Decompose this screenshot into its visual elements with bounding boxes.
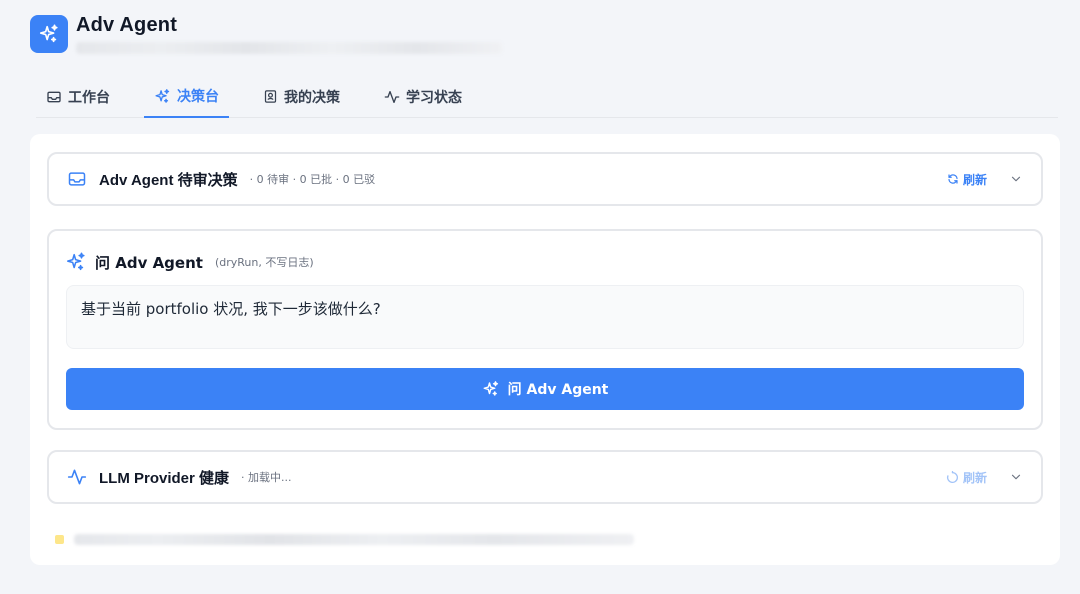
app-root: Adv Agent 工作台 决策台 我的决策 学习状态 Adv Agent 待审… (0, 0, 1080, 594)
redacted-footer-note (55, 534, 634, 545)
sparkles-icon (482, 380, 500, 398)
ask-agent-button[interactable]: 问 Adv Agent (66, 368, 1024, 410)
loading-spinner-icon (946, 470, 959, 484)
tab-label: 学习状态 (406, 89, 462, 106)
refresh-button[interactable]: 刷新 (947, 171, 987, 188)
sparkles-icon (154, 88, 171, 105)
tab-bar: 工作台 决策台 我的决策 学习状态 (36, 76, 1058, 118)
llm-health-card: LLM Provider 健康 · 加载中... 刷新 (47, 450, 1043, 504)
activity-icon (384, 89, 400, 105)
refresh-label: 刷新 (962, 172, 987, 187)
inbox-icon (46, 89, 62, 105)
user-square-icon (263, 89, 278, 104)
ask-agent-button-label: 问 Adv Agent (507, 382, 609, 398)
ask-agent-header: 问 Adv Agent (dryRun, 不写日志) (49, 231, 1041, 275)
pending-decisions-header[interactable]: Adv Agent 待审决策 · 0 待审 · 0 已批 · 0 已驳 刷新 (49, 154, 1041, 204)
pending-decisions-counts: · 0 待审 · 0 已批 · 0 已驳 (249, 173, 376, 186)
tab-label: 决策台 (177, 89, 219, 105)
sparkles-icon (65, 251, 87, 273)
ask-agent-title: 问 Adv Agent (95, 253, 203, 272)
chevron-down-icon[interactable] (1009, 172, 1023, 186)
redacted-subtitle (76, 42, 502, 54)
ask-agent-card: 问 Adv Agent (dryRun, 不写日志) 基于当前 portfoli… (47, 229, 1043, 430)
main-panel: Adv Agent 待审决策 · 0 待审 · 0 已批 · 0 已驳 刷新 问… (30, 134, 1060, 565)
tab-decision-desk[interactable]: 决策台 (144, 76, 229, 118)
tab-my-decisions[interactable]: 我的决策 (253, 76, 350, 117)
pending-decisions-card: Adv Agent 待审决策 · 0 待审 · 0 已批 · 0 已驳 刷新 (47, 152, 1043, 206)
llm-health-header[interactable]: LLM Provider 健康 · 加载中... 刷新 (49, 452, 1041, 502)
chevron-down-icon[interactable] (1009, 470, 1023, 484)
redacted-text (74, 534, 634, 545)
inbox-icon (67, 169, 87, 189)
app-header: Adv Agent (30, 14, 502, 54)
app-title: Adv Agent (76, 14, 178, 36)
refresh-label: 刷新 (962, 470, 987, 485)
tab-label: 我的决策 (284, 89, 340, 106)
sparkles-icon (30, 15, 68, 53)
llm-health-title: LLM Provider 健康 (99, 469, 230, 487)
tab-workbench[interactable]: 工作台 (36, 76, 120, 117)
tab-label: 工作台 (68, 89, 110, 106)
question-input[interactable]: 基于当前 portfolio 状况, 我下一步该做什么? (66, 285, 1024, 349)
status-dot (55, 535, 64, 544)
tab-learning-status[interactable]: 学习状态 (374, 76, 472, 117)
refresh-icon (947, 173, 959, 185)
refresh-button[interactable]: 刷新 (946, 469, 987, 486)
ask-agent-hint: (dryRun, 不写日志) (214, 256, 314, 269)
pending-decisions-title: Adv Agent 待审决策 (99, 171, 238, 189)
llm-health-status: · 加载中... (241, 471, 292, 484)
activity-icon (67, 467, 87, 487)
